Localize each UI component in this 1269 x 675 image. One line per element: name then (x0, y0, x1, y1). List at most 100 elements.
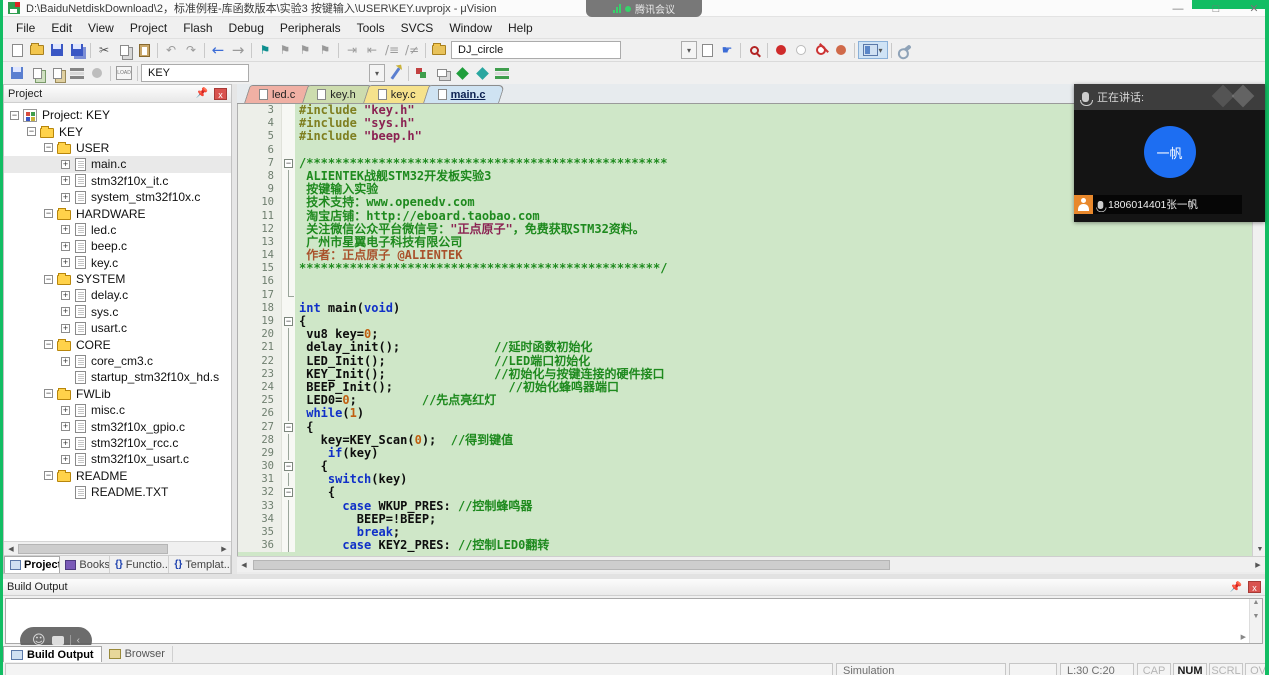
save-all-icon[interactable] (67, 41, 87, 59)
navigate-back-icon[interactable]: ← (208, 41, 228, 59)
target-dropdown-icon[interactable]: ▾ (369, 64, 385, 82)
find-in-files-icon[interactable] (429, 41, 449, 59)
find-icon[interactable] (697, 41, 717, 59)
fold-margin[interactable]: − (282, 421, 295, 434)
code-line-26[interactable]: 26 while(1) (238, 407, 1252, 420)
tree-item-stm32f10x-it.c[interactable]: +stm32f10x_it.c (4, 173, 231, 189)
outdent-icon[interactable]: ⇤ (362, 41, 382, 59)
expand-icon[interactable]: + (61, 225, 70, 234)
maximize-button[interactable]: □ (1209, 3, 1223, 15)
tree-item-hardware[interactable]: −HARDWARE (4, 205, 231, 221)
menu-edit[interactable]: Edit (43, 19, 80, 37)
tree-item-core[interactable]: −CORE (4, 336, 231, 352)
tree-item-user[interactable]: −USER (4, 140, 231, 156)
tree-item-misc.c[interactable]: +misc.c (4, 402, 231, 418)
tree-item-fwlib[interactable]: −FWLib (4, 386, 231, 402)
fold-margin[interactable]: − (282, 486, 295, 499)
project-panel-close-icon[interactable]: x (214, 88, 227, 100)
close-button[interactable]: ✕ (1247, 2, 1261, 15)
kill-breakpoints-icon[interactable] (831, 41, 851, 59)
save-icon[interactable] (47, 41, 67, 59)
meeting-floating-bar[interactable]: 腾讯会议 (586, 0, 702, 17)
panel-tab-project[interactable]: Project (4, 556, 60, 573)
editor-hscrollbar[interactable]: ◀▶ (237, 556, 1265, 572)
copy-icon[interactable] (114, 41, 134, 59)
build-output-hscrollbar[interactable]: ▶ (6, 633, 1248, 643)
expand-icon[interactable]: + (61, 176, 70, 185)
code-line-25[interactable]: 25 LED0=0; //先点亮红灯 (238, 394, 1252, 407)
menu-window[interactable]: Window (441, 19, 500, 37)
collapse-icon[interactable]: − (44, 389, 53, 398)
menu-project[interactable]: Project (122, 19, 175, 37)
grep-icon[interactable]: ☛ (717, 41, 737, 59)
file-extensions-icon[interactable] (432, 64, 452, 82)
target-select[interactable]: KEY (141, 64, 249, 82)
batch-build-icon[interactable] (67, 64, 87, 82)
configure-wrench-icon[interactable] (895, 41, 915, 59)
bottom-tab-build-output[interactable]: Build Output (3, 646, 102, 662)
find-in-files-magnifier-icon[interactable] (744, 41, 764, 59)
open-file-icon[interactable] (27, 41, 47, 59)
navigate-forward-icon[interactable]: → (228, 41, 248, 59)
collapse-icon[interactable]: − (44, 471, 53, 480)
editor-tab-main.c[interactable]: main.c (426, 85, 502, 103)
bookmark-clear-icon[interactable]: ⚑ (315, 41, 335, 59)
search-dropdown-icon[interactable]: ▾ (681, 41, 697, 59)
expand-icon[interactable]: + (61, 357, 70, 366)
editor-tab-led.c[interactable]: led.c (247, 85, 311, 103)
stop-build-icon[interactable] (87, 64, 107, 82)
chat-icon[interactable] (52, 636, 64, 645)
cut-icon[interactable]: ✂ (94, 41, 114, 59)
panel-tab-templat-[interactable]: {}Templat... (169, 556, 231, 573)
code-line-31[interactable]: 31 switch(key) (238, 473, 1252, 486)
menu-view[interactable]: View (80, 19, 122, 37)
paste-icon[interactable] (134, 41, 154, 59)
project-hscrollbar[interactable]: ◀▶ (4, 541, 231, 555)
expand-icon[interactable]: + (61, 324, 70, 333)
expand-icon[interactable]: + (61, 160, 70, 169)
window-layout-icon[interactable]: ▾ (858, 41, 888, 59)
tree-item-system-stm32f10x.c[interactable]: +system_stm32f10x.c (4, 189, 231, 205)
menu-file[interactable]: File (8, 19, 43, 37)
disable-breakpoints-icon[interactable] (811, 41, 831, 59)
expand-icon[interactable]: + (61, 242, 70, 251)
tree-item-startup-stm32f10x-hd.s[interactable]: startup_stm32f10x_hd.s (4, 369, 231, 385)
menu-tools[interactable]: Tools (349, 19, 393, 37)
code-line-19[interactable]: 19−{ (238, 315, 1252, 328)
expand-icon[interactable]: + (61, 455, 70, 464)
code-line-36[interactable]: 36 case KEY2_PRES: //控制LED0翻转 (238, 539, 1252, 552)
collapse-icon[interactable]: − (44, 209, 53, 218)
expand-icon[interactable]: + (61, 258, 70, 267)
bookmark-next-icon[interactable]: ⚑ (295, 41, 315, 59)
uncomment-icon[interactable]: /≠ (402, 41, 422, 59)
collapse-icon[interactable]: − (44, 275, 53, 284)
tree-item-stm32f10x-rcc.c[interactable]: +stm32f10x_rcc.c (4, 435, 231, 451)
editor-tab-key.c[interactable]: key.c (366, 85, 432, 103)
rebuild-icon[interactable] (47, 64, 67, 82)
collapse-icon[interactable]: − (44, 143, 53, 152)
pack-installer-icon[interactable] (472, 64, 492, 82)
editor-tab-key.h[interactable]: key.h (305, 85, 371, 103)
pin-icon[interactable]: 📌 (1230, 582, 1242, 593)
code-line-16[interactable]: 16 (238, 275, 1252, 288)
tree-item-stm32f10x-gpio.c[interactable]: +stm32f10x_gpio.c (4, 418, 231, 434)
expand-icon[interactable]: + (61, 406, 70, 415)
expand-icon[interactable]: + (61, 193, 70, 202)
tree-item-stm32f10x-usart.c[interactable]: +stm32f10x_usart.c (4, 451, 231, 467)
download-flash-icon[interactable]: LOAD (114, 64, 134, 82)
tree-item-readme[interactable]: −README (4, 468, 231, 484)
menu-debug[interactable]: Debug (221, 19, 272, 37)
tree-item-main.c[interactable]: +main.c (4, 156, 231, 172)
expand-icon[interactable]: + (61, 291, 70, 300)
expand-icon[interactable]: + (61, 422, 70, 431)
menu-svcs[interactable]: SVCS (393, 19, 442, 37)
target-options-wand-icon[interactable] (385, 64, 405, 82)
comment-icon[interactable]: /≡ (382, 41, 402, 59)
pin-icon[interactable]: 📌 (196, 88, 208, 99)
books-icon[interactable] (492, 64, 512, 82)
build-output-content[interactable]: ▲▼ ▶ ☺ ‹ (5, 598, 1263, 644)
tree-item-sys.c[interactable]: +sys.c (4, 304, 231, 320)
meeting-video-tile[interactable]: 一帆 1806014401张一帆 (1074, 110, 1265, 222)
code-line-29[interactable]: 29 if(key) (238, 447, 1252, 460)
build-output-vscrollbar[interactable]: ▲▼ (1249, 599, 1262, 643)
